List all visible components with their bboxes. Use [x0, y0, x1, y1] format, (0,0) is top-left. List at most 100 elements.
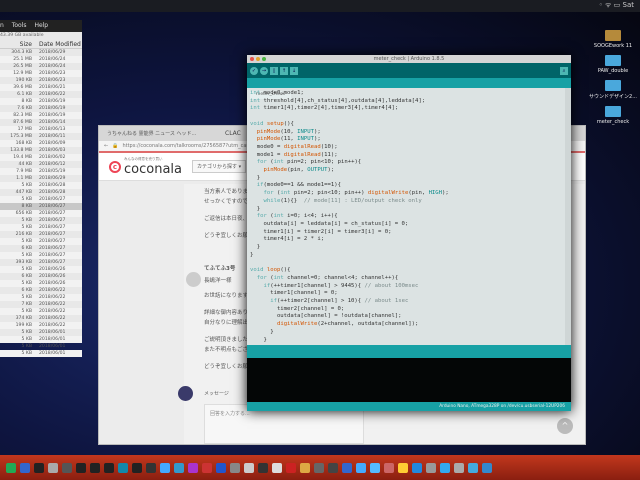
dock-app-icon[interactable] — [160, 462, 170, 473]
close-button[interactable] — [250, 57, 254, 61]
dock-app-icon[interactable] — [230, 462, 240, 473]
desktop-icon[interactable]: PAW_double — [588, 55, 638, 74]
category-button[interactable]: カテゴリから探す ▾ — [192, 160, 247, 173]
dock-app-icon[interactable] — [272, 462, 282, 473]
dock-app-icon[interactable] — [356, 462, 366, 473]
file-row[interactable]: 5 KB 2018/06/26 — [0, 280, 82, 287]
file-row[interactable]: 304.3 KB 2018/06/29 — [0, 49, 82, 56]
dock-app-icon[interactable] — [342, 462, 352, 473]
file-row[interactable]: 7.6 KB 2018/06/19 — [0, 105, 82, 112]
upload-icon[interactable]: → — [260, 66, 268, 75]
file-row[interactable]: 26.5 MB 2018/06/24 — [0, 63, 82, 70]
file-row[interactable]: 393 KB 2018/06/27 — [0, 259, 82, 266]
dock-app-icon[interactable] — [174, 462, 184, 473]
file-row[interactable]: 1.1 MB 2018/06/29 — [0, 175, 82, 182]
header-size[interactable]: Size — [0, 40, 36, 48]
menu-help[interactable]: Help — [34, 22, 48, 29]
url-text[interactable]: https://coconala.com/talkrooms/2756587?u… — [122, 143, 263, 149]
dock-app-icon[interactable] — [216, 462, 226, 473]
zoom-button[interactable] — [262, 57, 266, 61]
browser-tab[interactable]: うちゃんねる 霊能界 ニュース ヘッド... — [107, 131, 196, 137]
file-row[interactable]: 216 KB 2018/06/27 — [0, 231, 82, 238]
file-row[interactable]: 5 KB 2018/06/01 — [0, 350, 82, 357]
dock-app-icon[interactable] — [132, 462, 142, 473]
minimize-button[interactable] — [256, 57, 260, 61]
browser-tab[interactable]: CLAC — [225, 130, 241, 137]
back-icon[interactable]: ← — [104, 143, 108, 149]
file-row[interactable]: 199 KB 2018/06/22 — [0, 322, 82, 329]
file-row[interactable]: 5 KB 2018/06/01 — [0, 336, 82, 343]
file-row[interactable]: 6 KB 2018/06/22 — [0, 287, 82, 294]
file-row[interactable]: 5 KB 2018/06/22 — [0, 294, 82, 301]
serial-monitor-icon[interactable]: ⌕ — [560, 66, 568, 75]
file-row[interactable]: 5 KB 2018/06/22 — [0, 308, 82, 315]
desktop-icon[interactable]: サウンドデザイン2... — [588, 80, 638, 100]
dock-app-icon[interactable] — [300, 462, 310, 473]
dock-app-icon[interactable] — [468, 462, 478, 473]
dock-app-icon[interactable] — [370, 462, 380, 473]
dock-app-icon[interactable] — [384, 462, 394, 473]
file-row[interactable]: 5 KB 2018/06/27 — [0, 238, 82, 245]
coconala-logo[interactable]: c みんなの得意を売り買い coconala — [109, 157, 182, 177]
dock-app-icon[interactable] — [90, 462, 100, 473]
dock-app-icon[interactable] — [6, 462, 16, 473]
file-row[interactable]: 447 KB 2018/06/28 — [0, 189, 82, 196]
dock-app-icon[interactable] — [244, 462, 254, 473]
dock-app-icon[interactable] — [118, 462, 128, 473]
file-row[interactable]: 168 KB 2018/06/09 — [0, 140, 82, 147]
file-row[interactable]: 6.1 KB 2018/06/22 — [0, 91, 82, 98]
file-row[interactable]: 374 KB 2018/06/22 — [0, 315, 82, 322]
dock-app-icon[interactable] — [454, 462, 464, 473]
desktop-icon[interactable]: meter_check — [588, 106, 638, 125]
file-row[interactable]: 17 MB 2018/06/13 — [0, 126, 82, 133]
file-row[interactable]: 6 KB 2018/06/26 — [0, 273, 82, 280]
file-row[interactable]: 5 KB 2018/06/01 — [0, 343, 82, 350]
file-row[interactable]: 175.3 MB 2018/06/11 — [0, 133, 82, 140]
code-editor[interactable]: int mode0,mode1; int threshold[4],ch_stat… — [247, 88, 571, 345]
file-row[interactable]: 25.1 MB 2018/06/24 — [0, 56, 82, 63]
file-row[interactable]: 19.4 MB 2018/06/02 — [0, 154, 82, 161]
dock-app-icon[interactable] — [426, 462, 436, 473]
file-row[interactable]: 5 KB 2018/06/27 — [0, 252, 82, 259]
file-row[interactable]: 8 KB 2018/06/19 — [0, 98, 82, 105]
file-row[interactable]: 44 KB 2018/06/12 — [0, 161, 82, 168]
dock-app-icon[interactable] — [76, 462, 86, 473]
file-row[interactable]: 656 KB 2018/06/27 — [0, 210, 82, 217]
scroll-to-top-button[interactable]: ^ — [557, 418, 573, 434]
dock-app-icon[interactable] — [398, 462, 408, 473]
desktop-icon[interactable]: SOOGEwork 11 — [588, 30, 638, 49]
new-file-icon[interactable]: ▯ — [270, 66, 278, 75]
dock-app-icon[interactable] — [146, 462, 156, 473]
dock-app-icon[interactable] — [286, 462, 296, 473]
dock-app-icon[interactable] — [328, 462, 338, 473]
file-row[interactable]: 6 KB 2018/06/27 — [0, 245, 82, 252]
verify-icon[interactable]: ✓ — [250, 66, 258, 75]
menu-item[interactable]: n — [0, 22, 4, 29]
file-row[interactable]: 12.9 MB 2018/06/23 — [0, 70, 82, 77]
file-row[interactable]: 5 KB 2018/06/28 — [0, 182, 82, 189]
file-row[interactable]: 87.6 MB 2018/06/14 — [0, 119, 82, 126]
file-row[interactable]: 190 KB 2018/06/23 — [0, 77, 82, 84]
file-row[interactable]: 39.6 MB 2018/06/21 — [0, 84, 82, 91]
file-row[interactable]: 5 KB 2018/06/27 — [0, 217, 82, 224]
dock-app-icon[interactable] — [440, 462, 450, 473]
header-date-modified[interactable]: Date Modified — [36, 40, 81, 48]
file-row[interactable]: 8 KB 2018/06/27 — [0, 203, 82, 210]
dock-app-icon[interactable] — [258, 462, 268, 473]
dock-app-icon[interactable] — [20, 462, 30, 473]
file-row[interactable]: 5 KB 2018/06/26 — [0, 266, 82, 273]
save-icon[interactable]: ↓ — [290, 66, 298, 75]
dock-app-icon[interactable] — [48, 462, 58, 473]
dock-app-icon[interactable] — [202, 462, 212, 473]
file-row[interactable]: 133.8 MB 2018/06/03 — [0, 147, 82, 154]
file-row[interactable]: 5 KB 2018/06/27 — [0, 224, 82, 231]
dock-app-icon[interactable] — [62, 462, 72, 473]
file-row[interactable]: 82.3 MB 2018/06/19 — [0, 112, 82, 119]
dock-app-icon[interactable] — [412, 462, 422, 473]
file-row[interactable]: 5 KB 2018/06/01 — [0, 329, 82, 336]
file-row[interactable]: 7 KB 2018/06/22 — [0, 301, 82, 308]
menu-tools[interactable]: Tools — [12, 22, 27, 29]
dock-app-icon[interactable] — [34, 462, 44, 473]
file-row[interactable]: 7.9 MB 2018/05/19 — [0, 168, 82, 175]
dock-app-icon[interactable] — [104, 462, 114, 473]
